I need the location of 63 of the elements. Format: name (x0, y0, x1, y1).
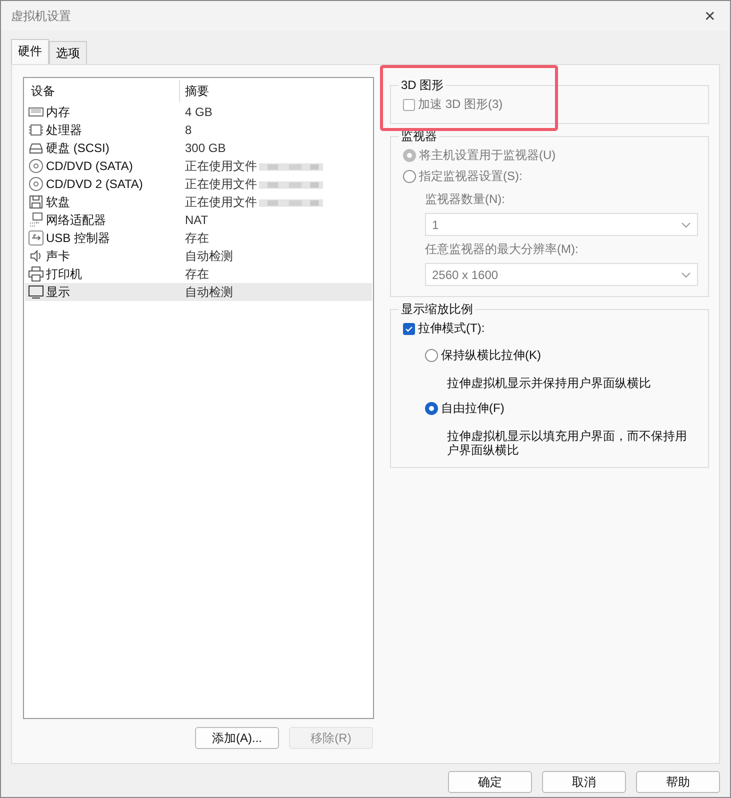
field-label: 监视器数量(N): (425, 191, 506, 208)
device-summary: 正在使用文件 (185, 176, 257, 192)
device-name: 硬盘 (SCSI) (46, 140, 110, 156)
option-description: 拉伸虚拟机显示并保持用户界面纵横比 (447, 376, 652, 390)
device-icon (28, 158, 44, 174)
device-summary: 存在 (185, 266, 209, 282)
device-icon (28, 230, 44, 246)
radio-option[interactable]: 自由拉伸(F) (403, 400, 698, 417)
device-name: CD/DVD 2 (SATA) (46, 177, 143, 191)
chevron-down-icon (681, 222, 691, 228)
window-title: 虚拟机设置 (11, 8, 71, 24)
device-icon (28, 176, 44, 192)
chevron-down-icon (681, 272, 691, 278)
device-row[interactable]: 声卡 自动检测 (25, 247, 372, 265)
device-name: 声卡 (46, 248, 70, 264)
group-title: 显示缩放比例 (400, 301, 474, 318)
device-row[interactable]: 硬盘 (SCSI) 300 GB (25, 139, 372, 157)
device-name: CD/DVD (SATA) (46, 159, 133, 173)
device-row[interactable]: 软盘 正在使用文件 (25, 193, 372, 211)
tab[interactable]: 选项 (49, 41, 87, 65)
check-icon (404, 324, 414, 334)
device-name: 打印机 (46, 266, 82, 282)
device-name: 处理器 (46, 122, 82, 138)
device-row[interactable]: CD/DVD (SATA) 正在使用文件 (25, 157, 372, 175)
device-row[interactable]: 显示 自动检测 (25, 283, 372, 301)
device-icon (28, 284, 44, 300)
device-row[interactable]: 内存 4 GB (25, 103, 372, 121)
device-name: 网络适配器 (46, 212, 106, 228)
field-label: 任意监视器的最大分辨率(M): (425, 241, 580, 258)
close-button[interactable]: ✕ (698, 6, 722, 26)
device-summary: NAT (185, 213, 208, 227)
radio-option[interactable]: 保持纵横比拉伸(K) (403, 347, 698, 364)
dialog-button[interactable]: 帮助 (636, 771, 720, 793)
device-summary: 8 (185, 123, 192, 137)
option-description: 拉伸虚拟机显示以填充用户界面，而不保持用户界面纵横比 (447, 429, 688, 457)
device-name: USB 控制器 (46, 230, 110, 246)
dialog-button[interactable]: 确定 (448, 771, 532, 793)
list-button[interactable]: 添加(A)... (195, 727, 279, 749)
device-icon (28, 212, 44, 228)
device-summary: 存在 (185, 230, 209, 246)
tab[interactable]: 硬件 (11, 39, 49, 65)
device-icon (28, 122, 44, 138)
device-name: 内存 (46, 104, 70, 120)
device-name: 软盘 (46, 194, 70, 210)
device-summary: 4 GB (185, 105, 212, 119)
column-header: 设备 (25, 80, 180, 102)
device-row[interactable]: CD/DVD 2 (SATA) 正在使用文件 (25, 175, 372, 193)
device-summary: 300 GB (185, 141, 226, 155)
device-row[interactable]: 网络适配器 NAT (25, 211, 372, 229)
device-summary: 正在使用文件 (185, 158, 257, 174)
device-row[interactable]: 处理器 8 (25, 121, 372, 139)
dialog-button[interactable]: 取消 (542, 771, 626, 793)
device-name: 显示 (46, 284, 70, 300)
group-title: 3D 图形 (400, 77, 445, 94)
checkbox[interactable]: 拉伸模式(T): (403, 320, 698, 337)
device-summary: 自动检测 (185, 248, 233, 264)
device-icon (28, 194, 44, 210)
device-row[interactable]: 打印机 存在 (25, 265, 372, 283)
device-summary: 自动检测 (185, 284, 233, 300)
column-header: 摘要 (184, 82, 209, 100)
device-summary: 正在使用文件 (185, 194, 257, 210)
device-icon (28, 266, 44, 282)
device-row[interactable]: USB 控制器 存在 (25, 229, 372, 247)
